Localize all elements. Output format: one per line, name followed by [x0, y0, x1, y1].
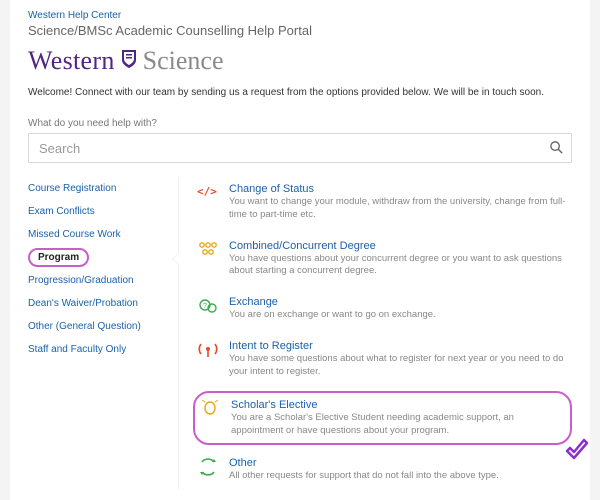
- option-title: Other: [229, 457, 499, 469]
- option-intent-to-register[interactable]: Intent to RegisterYou have some question…: [193, 334, 572, 385]
- option-title: Combined/Concurrent Degree: [229, 240, 568, 252]
- option-change-of-status[interactable]: </> Change of StatusYou want to change y…: [193, 177, 572, 228]
- logo-science: Science: [143, 46, 224, 76]
- options-list: </> Change of StatusYou want to change y…: [189, 177, 572, 489]
- search-prompt: What do you need help with?: [28, 118, 572, 129]
- sidebar: Course Registration Exam Conflicts Misse…: [28, 177, 168, 489]
- welcome-text: Welcome! Connect with our team by sendin…: [28, 86, 572, 100]
- option-combined-concurrent[interactable]: Combined/Concurrent DegreeYou have quest…: [193, 234, 572, 285]
- page: Western Help Center Science/BMSc Academi…: [10, 0, 590, 500]
- option-title: Change of Status: [229, 183, 568, 195]
- sidebar-item-staff-faculty[interactable]: Staff and Faculty Only: [28, 338, 168, 361]
- chat-question-icon: ?: [197, 296, 219, 322]
- brand-logo: Western Science: [28, 46, 572, 76]
- sidebar-item-label: Exam Conflicts: [28, 206, 95, 217]
- search-input[interactable]: [28, 133, 572, 163]
- svg-text:</>: </>: [197, 185, 217, 198]
- sidebar-item-label: Progression/Graduation: [28, 275, 134, 286]
- option-title: Intent to Register: [229, 340, 568, 352]
- divider: [178, 177, 179, 489]
- logo-western: Western: [28, 46, 115, 76]
- option-desc: You have some questions about what to re…: [229, 353, 568, 379]
- option-desc: You are on exchange or want to go on exc…: [229, 309, 436, 322]
- sidebar-item-label: Staff and Faculty Only: [28, 344, 126, 355]
- option-other[interactable]: OtherAll other requests for support that…: [193, 451, 572, 489]
- checkmark-icon: [564, 438, 590, 464]
- search-icon[interactable]: [549, 140, 564, 155]
- breadcrumb[interactable]: Western Help Center: [28, 10, 572, 21]
- sidebar-item-missed-course-work[interactable]: Missed Course Work: [28, 223, 168, 246]
- option-desc: All other requests for support that do n…: [229, 470, 499, 483]
- search-container: [28, 133, 572, 163]
- svg-text:?: ?: [203, 303, 207, 310]
- option-desc: You have questions about your concurrent…: [229, 253, 568, 279]
- sidebar-item-label: Missed Course Work: [28, 229, 121, 240]
- crest-icon: [121, 49, 137, 69]
- option-exchange[interactable]: ? ExchangeYou are on exchange or want to…: [193, 290, 572, 328]
- sidebar-item-label: Program: [28, 248, 89, 267]
- portal-title: Science/BMSc Academic Counselling Help P…: [28, 23, 572, 38]
- sidebar-item-other-general[interactable]: Other (General Question): [28, 315, 168, 338]
- option-title: Exchange: [229, 296, 436, 308]
- refresh-icon: [197, 457, 219, 483]
- code-icon: </>: [197, 183, 219, 222]
- sidebar-item-deans-waiver-probation[interactable]: Dean's Waiver/Probation: [28, 292, 168, 315]
- sidebar-item-course-registration[interactable]: Course Registration: [28, 177, 168, 200]
- people-icon: [197, 240, 219, 279]
- sidebar-item-exam-conflicts[interactable]: Exam Conflicts: [28, 200, 168, 223]
- sidebar-item-label: Other (General Question): [28, 321, 141, 332]
- option-title: Scholar's Elective: [231, 399, 566, 411]
- sidebar-item-program[interactable]: Program: [28, 246, 168, 269]
- sidebar-item-label: Dean's Waiver/Probation: [28, 298, 138, 309]
- option-desc: You want to change your module, withdraw…: [229, 196, 568, 222]
- sidebar-item-progression-graduation[interactable]: Progression/Graduation: [28, 269, 168, 292]
- option-desc: You are a Scholar's Elective Student nee…: [231, 412, 566, 438]
- sidebar-item-label: Course Registration: [28, 183, 116, 194]
- lightbulb-icon: [199, 399, 221, 438]
- option-scholars-elective[interactable]: Scholar's ElectiveYou are a Scholar's El…: [193, 391, 572, 446]
- broadcast-icon: [197, 340, 219, 379]
